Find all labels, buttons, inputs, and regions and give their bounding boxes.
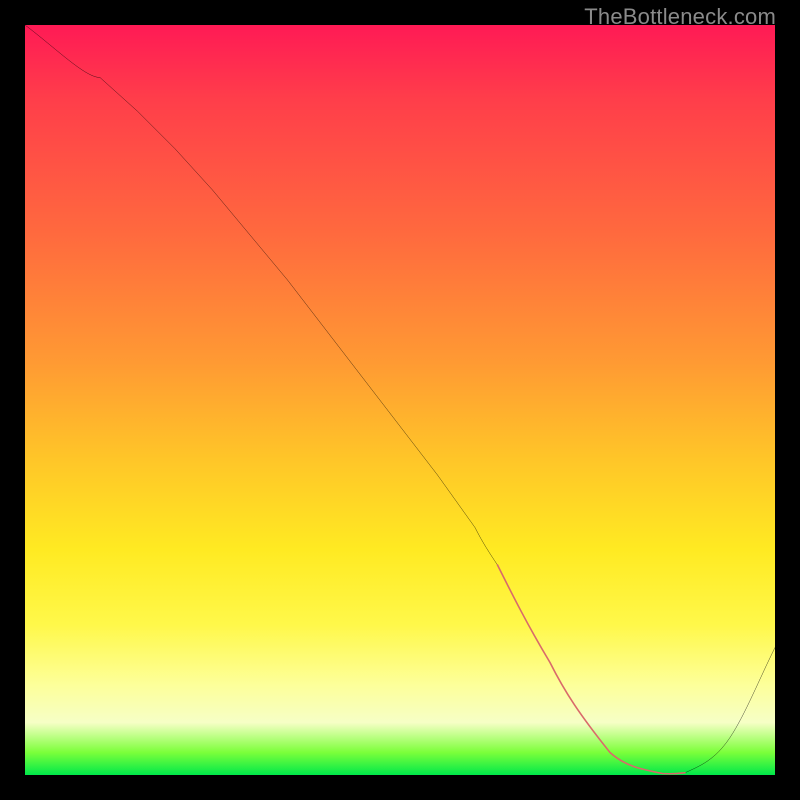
optimal-range-highlight bbox=[498, 565, 686, 774]
chart-stage: TheBottleneck.com bbox=[0, 0, 800, 800]
plot-area bbox=[25, 25, 775, 775]
bottleneck-curve bbox=[25, 25, 775, 774]
curve-layer bbox=[25, 25, 775, 775]
